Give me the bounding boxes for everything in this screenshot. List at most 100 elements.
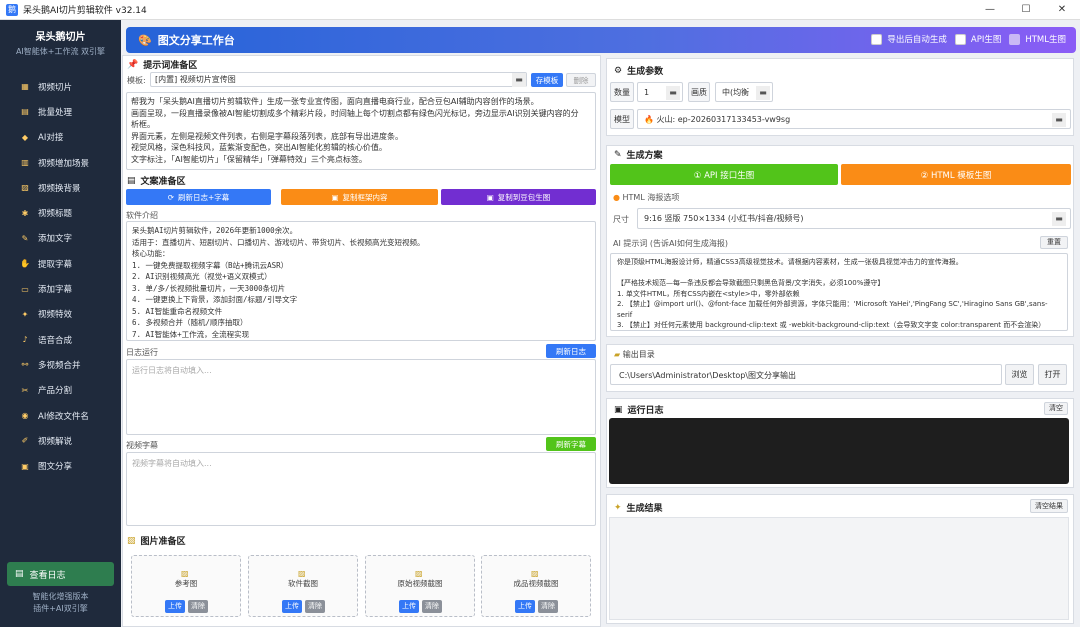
size-select[interactable]: 9:16 竖版 750×1334 (小红书/抖音/视频号) ▬: [637, 208, 1071, 229]
model-label-box: 模型: [610, 109, 634, 129]
nav-icon: ✂: [21, 385, 29, 395]
subtitle-textarea[interactable]: 视频字幕将自动填入...: [126, 452, 596, 526]
subtitle-placeholder: 视频字幕将自动填入...: [132, 459, 212, 468]
nav-icon: ♪: [22, 335, 28, 345]
output-title: 输出目录: [622, 350, 655, 359]
nav-icon: ▤: [21, 107, 29, 117]
folder-icon: ▰: [614, 350, 621, 359]
sidebar-item-14[interactable]: ✐ 视频解说: [0, 428, 121, 453]
ai-prompt-textarea[interactable]: 你是顶级HTML海报设计师，精通CSS3高级视觉技术。请根据内容素材，生成一张极…: [610, 253, 1068, 331]
sidebar-item-7[interactable]: ✋ 提取字幕: [0, 251, 121, 276]
nav-icon: ◉: [21, 411, 29, 420]
prompt-textarea[interactable]: 帮我为「呆头鹅AI直播切片剪辑软件」生成一张专业宣传图，面向直播电商行业，配合豆…: [126, 92, 596, 170]
output-path-input[interactable]: C:\Users\Administrator\Desktop\图文分享输出: [610, 364, 1002, 385]
count-label-box: 数量: [610, 82, 634, 102]
open-button[interactable]: 打开: [1038, 364, 1067, 385]
html-gen-checkbox[interactable]: [1009, 33, 1021, 45]
chevron-down-icon: ▬: [512, 73, 526, 87]
sidebar-item-3[interactable]: ▥ 视频增加场景: [0, 150, 121, 175]
pin-icon: 📌: [127, 59, 139, 70]
model-value-text: 火山: ep-20260317133453-vw9sg: [656, 115, 791, 124]
intro-textarea[interactable]: 呆头鹅AI切片剪辑软件，2026年更新1000余次。 适用于：直播切片、短剧切片…: [126, 221, 596, 341]
log-icon: ▤: [15, 569, 24, 579]
html-generate-button[interactable]: ② HTML 模板生图: [841, 164, 1071, 185]
clear-result-button[interactable]: 清空结果: [1030, 499, 1068, 513]
sidebar-item-6[interactable]: ✎ 添加文字: [0, 226, 121, 251]
reset-button[interactable]: 重置: [1040, 236, 1068, 249]
sidebar-item-13[interactable]: ◉ AI修改文件名: [0, 403, 121, 428]
delete-template-button[interactable]: 删除: [566, 73, 596, 87]
footer-line-1: 智能化增强版本: [32, 592, 89, 601]
brush-icon: ✎: [614, 149, 622, 160]
sidebar-brand: 呆头鹅切片 AI智能体+工作流 双引擎: [0, 20, 121, 60]
template-select[interactable]: [内置] 视频切片宣传图 ▬: [150, 72, 527, 87]
quality-select[interactable]: 中(均衡 ▬: [715, 82, 773, 102]
upload-button[interactable]: 上传: [282, 600, 302, 613]
copy-to-doubao-button[interactable]: ▣ 复制到豆包生图: [441, 189, 596, 205]
run-log-textarea[interactable]: 运行日志将自动填入...: [126, 359, 596, 435]
image-icon: ▨: [531, 569, 539, 578]
sidebar-item-label: 视频增加场景: [38, 158, 90, 169]
clear-button[interactable]: 清除: [188, 600, 208, 613]
image-slot[interactable]: ▨ 原始视频截图 上传 清除: [365, 555, 475, 617]
clear-button[interactable]: 清除: [422, 600, 442, 613]
sidebar-item-label: 视频特效: [38, 310, 73, 321]
template-value: [内置] 视频切片宣传图: [155, 75, 236, 84]
model-select[interactable]: 🔥 火山: ep-20260317133453-vw9sg ▬: [637, 109, 1071, 129]
close-button[interactable]: ✕: [1044, 0, 1080, 20]
sidebar-item-1[interactable]: ▤ 批量处理: [0, 99, 121, 124]
view-log-button[interactable]: ▤ 查看日志: [7, 562, 114, 586]
intro-text: 呆头鹅AI切片剪辑软件，2026年更新1000余次。 适用于：直播切片、短剧切片…: [132, 226, 425, 339]
upload-button[interactable]: 上传: [399, 600, 419, 613]
sidebar-item-5[interactable]: ✱ 视频标题: [0, 200, 121, 225]
clear-button[interactable]: 清除: [538, 600, 558, 613]
image-slot[interactable]: ▨ 软件截图 上传 清除: [248, 555, 358, 617]
sidebar-item-9[interactable]: ✦ 视频特效: [0, 302, 121, 327]
params-title: 生成参数: [627, 67, 664, 77]
clear-button[interactable]: 清除: [305, 600, 325, 613]
page-title: 图文分享工作台: [157, 34, 235, 47]
maximize-button[interactable]: ☐: [1008, 0, 1044, 20]
result-area: [609, 517, 1069, 620]
sidebar-item-12[interactable]: ✂ 产品分割: [0, 378, 121, 403]
sidebar-item-label: 批量处理: [38, 107, 73, 118]
nav-icon: ✋: [20, 259, 30, 269]
refresh-subtitle-button[interactable]: 刷新字幕: [546, 437, 596, 451]
sidebar-item-15[interactable]: ▣ 图文分享: [0, 453, 121, 478]
minimize-button[interactable]: —: [972, 0, 1008, 20]
sidebar-item-label: 视频标题: [38, 209, 73, 220]
sidebar-item-label: 产品分割: [38, 386, 73, 397]
sidebar-item-8[interactable]: ▭ 添加字幕: [0, 276, 121, 301]
ai-prompt-text: 你是顶级HTML海报设计师，精通CSS3高级视觉技术。请根据内容素材，生成一张极…: [617, 258, 1048, 329]
runlog-title: 运行日志: [627, 406, 664, 416]
api-gen-checkbox[interactable]: [954, 33, 966, 45]
refresh-log-subtitle-button[interactable]: ⟳ 刷新日志+字幕: [126, 189, 271, 205]
brand-subtitle: AI智能体+工作流 双引擎: [15, 47, 106, 56]
refresh-log-button[interactable]: 刷新日志: [546, 344, 596, 358]
clear-log-button[interactable]: 清空: [1044, 402, 1068, 415]
auto-generate-checkbox[interactable]: [871, 33, 883, 45]
api-generate-button[interactable]: ① API 接口生图: [610, 164, 838, 185]
copy-frame-button[interactable]: ▣ 复制框架内容: [281, 189, 438, 205]
sidebar-item-label: 多视频合并: [38, 360, 81, 371]
plan-title: 生成方案: [626, 151, 663, 161]
image-slot[interactable]: ▨ 成品视频截图 上传 清除: [481, 555, 591, 617]
upload-button[interactable]: 上传: [165, 600, 185, 613]
workbench-header: 🎨 图文分享工作台 导出后自动生成 API生图 HTML生图: [126, 27, 1076, 53]
save-template-button[interactable]: 存模板: [531, 73, 563, 87]
sidebar-item-label: 提取字幕: [38, 259, 73, 270]
nav-icon: ▭: [21, 284, 29, 294]
document-icon: ▤: [127, 175, 136, 186]
sidebar-item-0[interactable]: ▦ 视频切片: [0, 74, 121, 99]
sidebar-item-11[interactable]: ⚯ 多视频合并: [0, 352, 121, 377]
sidebar-item-10[interactable]: ♪ 语音合成: [0, 327, 121, 352]
image-slot[interactable]: ▨ 参考图 上传 清除: [131, 555, 241, 617]
result-header: ✦ 生成结果: [614, 501, 663, 515]
sidebar-item-4[interactable]: ▨ 视频换背景: [0, 175, 121, 200]
count-spinner[interactable]: 1 ▬: [637, 82, 683, 102]
upload-button[interactable]: 上传: [515, 600, 535, 613]
sidebar-item-label: 添加字幕: [38, 285, 73, 296]
browse-button[interactable]: 浏览: [1005, 364, 1034, 385]
sidebar-item-label: 添加文字: [38, 234, 73, 245]
sidebar-item-2[interactable]: ◆ AI对接: [0, 125, 121, 150]
